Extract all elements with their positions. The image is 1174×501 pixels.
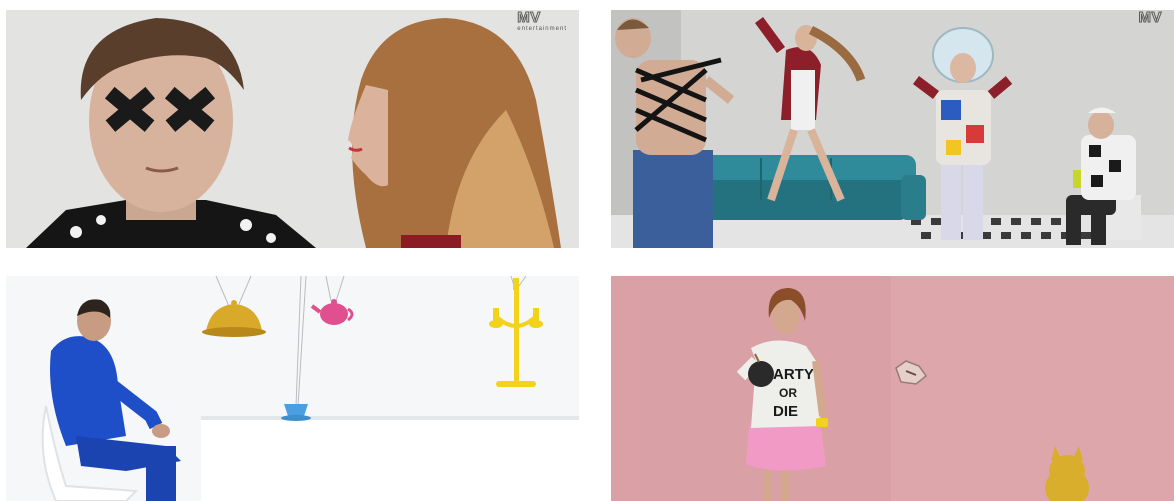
shirt-line-1: ARTY xyxy=(773,366,814,383)
pink-tutu xyxy=(746,421,826,471)
tile-blue-tracksuit xyxy=(6,276,579,501)
sofa-dance-scene xyxy=(611,10,1174,248)
bomb-prop xyxy=(748,361,774,387)
pink-wall-scene: ARTY OR DIE xyxy=(611,276,1174,501)
tile-tape-eyes: MV entertainment xyxy=(6,10,579,248)
shirt-line-3: DIE xyxy=(773,403,798,420)
tile-pink-wall: ARTY OR DIE xyxy=(611,276,1174,501)
teal-sofa xyxy=(681,155,926,220)
tracksuit-scene xyxy=(6,276,579,501)
watermark-logo: MV xyxy=(1138,10,1162,26)
tile-sofa-dance: MV xyxy=(611,10,1174,248)
tape-eyes-scene xyxy=(6,10,579,248)
shirt-line-2: OR xyxy=(779,386,797,400)
watermark-logo: MV entertainment xyxy=(517,10,567,32)
